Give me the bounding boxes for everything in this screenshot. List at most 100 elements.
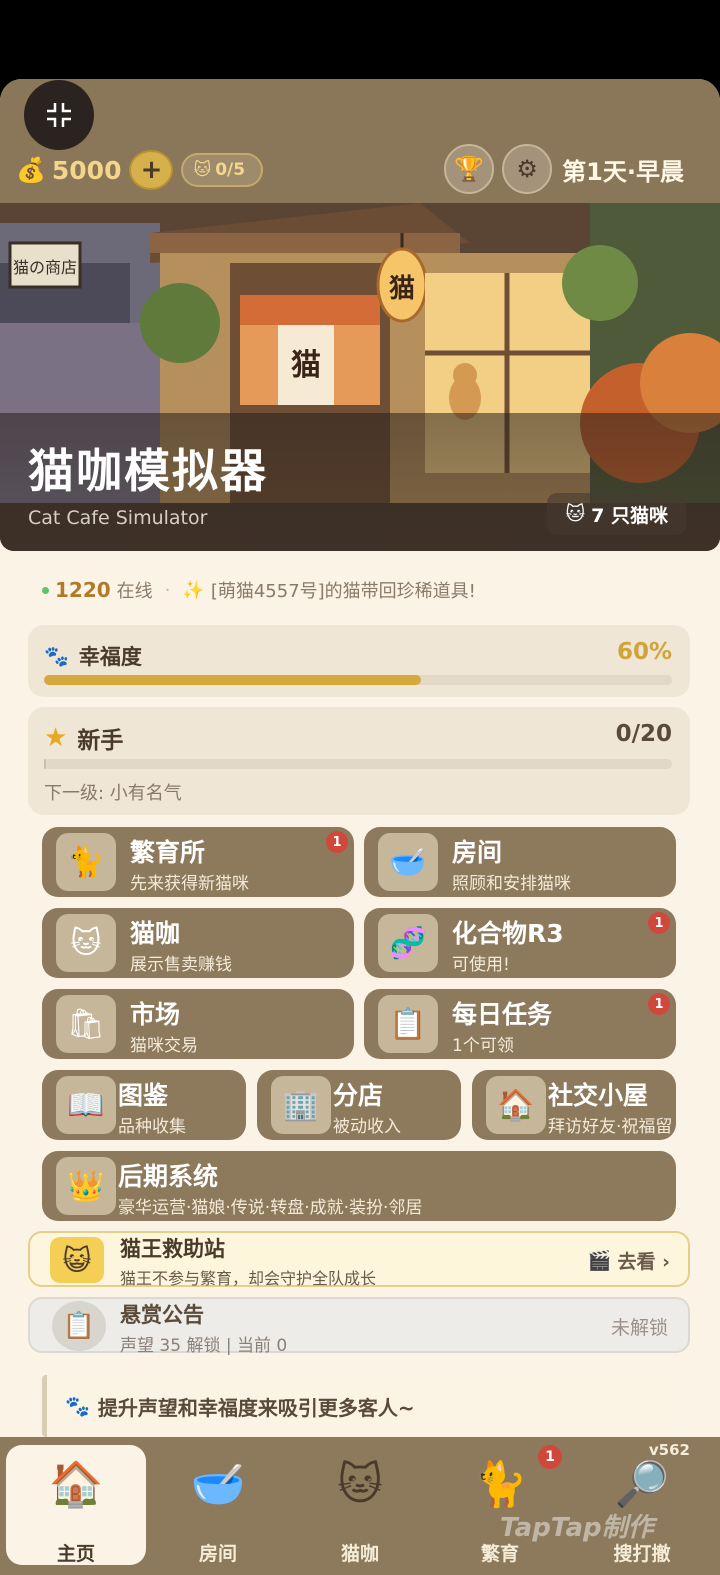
online-count: 1220 bbox=[55, 578, 111, 602]
nav-home[interactable]: 🏠 主页 bbox=[6, 1445, 146, 1565]
add-coins-button[interactable]: + bbox=[129, 150, 174, 190]
tile-daily-tasks[interactable]: 📋 每日任务 1个可领 1 bbox=[364, 989, 676, 1059]
level-bar bbox=[44, 759, 672, 769]
tile-catalog[interactable]: 📖 图鉴 品种收集 bbox=[42, 1070, 246, 1140]
tile-title: 市场 bbox=[130, 1000, 181, 1029]
tile-subtitle: 照顾和安排猫咪 bbox=[452, 874, 571, 894]
tile-cafe[interactable]: 🐱 猫咖 展示售卖赚钱 bbox=[42, 908, 354, 978]
top-bar: 💰 5000 + 🐱 0/5 🏆 ⚙ 第1天·早晨 bbox=[0, 79, 720, 203]
level-label-row: ★ 新手 bbox=[44, 721, 123, 755]
crown-icon: 👑 bbox=[56, 1157, 116, 1215]
tile-compound[interactable]: 🧬 化合物R3 可使用! 1 bbox=[364, 908, 676, 978]
next-level-text: 下一级: 小有名气 bbox=[44, 783, 182, 804]
trophy-button[interactable]: 🏆 bbox=[444, 144, 495, 194]
level-title: 新手 bbox=[77, 728, 124, 754]
cat-capacity-value: 0/5 bbox=[215, 160, 246, 180]
tile-subtitle: 被动收入 bbox=[333, 1117, 401, 1137]
bounty-title: 悬赏公告 bbox=[120, 1303, 204, 1327]
tile-late-systems[interactable]: 👑 后期系统 豪华运营·猫娘·传说·转盘·成就·装扮·邻居 bbox=[42, 1151, 676, 1221]
tile-subtitle: 拜访好友·祝福留言 bbox=[548, 1117, 672, 1137]
happiness-label: 幸福度 bbox=[78, 645, 142, 669]
clapper-icon: 🎬 bbox=[587, 1250, 612, 1272]
tile-title: 猫咖 bbox=[130, 919, 181, 948]
bowl-icon: 🥣 bbox=[190, 1459, 246, 1510]
nav-room[interactable]: 🥣 房间 bbox=[148, 1445, 288, 1565]
cat-king-subtitle: 猫王不参与繁育，却会守护全队成长 bbox=[120, 1269, 377, 1288]
gear-icon: ⚙ bbox=[516, 155, 538, 183]
tile-title: 社交小屋 bbox=[548, 1081, 649, 1110]
tile-subtitle: 先来获得新猫咪 bbox=[130, 874, 249, 894]
collapse-icon bbox=[47, 103, 71, 127]
trophy-icon: 🏆 bbox=[454, 155, 485, 183]
notification-badge: 1 bbox=[326, 831, 348, 853]
cat-king-station[interactable]: 😺 猫王救助站 猫王不参与繁育，却会守护全队成长 🎬 去看 › bbox=[28, 1231, 690, 1288]
nav-search-raid[interactable]: 🔎 搜打撤 bbox=[572, 1445, 712, 1565]
tile-social[interactable]: 🏠 社交小屋 拜访好友·祝福留言 bbox=[472, 1070, 676, 1140]
day-label: 第1天·早晨 bbox=[562, 157, 684, 186]
tile-branch[interactable]: 🏢 分店 被动收入 bbox=[257, 1070, 461, 1140]
tile-title: 分店 bbox=[333, 1081, 384, 1110]
notification-badge: 1 bbox=[648, 993, 670, 1015]
notification-badge: 1 bbox=[648, 912, 670, 934]
nav-cafe[interactable]: 🐱 猫咖 bbox=[290, 1445, 430, 1566]
house-icon: 🏠 bbox=[486, 1076, 546, 1134]
cat-king-go-button[interactable]: 🎬 去看 › bbox=[588, 1247, 670, 1274]
bowl-icon: 🥣 bbox=[378, 833, 438, 891]
sparkle-icon: ✨ bbox=[182, 579, 205, 601]
ticker-message: [萌猫4557号]的猫带回珍稀道具! bbox=[210, 581, 476, 602]
cat-king-go-label: 去看 › bbox=[617, 1251, 670, 1273]
paw-icon: 🐾 bbox=[44, 644, 69, 668]
level-card: ★ 新手 0/20 下一级: 小有名气 bbox=[28, 707, 690, 815]
collapse-button[interactable] bbox=[24, 80, 94, 150]
tile-title: 后期系统 bbox=[118, 1162, 219, 1191]
bottom-nav: 🏠 主页 🥣 房间 🐱 猫咖 🐈 繁育 1 🔎 搜打撤 v562 TapTap制… bbox=[0, 1437, 720, 1575]
paw-icon: 🐾 bbox=[65, 1394, 90, 1418]
tile-title: 房间 bbox=[452, 838, 503, 867]
tile-breeding[interactable]: 🐈 繁育所 先来获得新猫咪 1 bbox=[42, 827, 354, 897]
bounty-board[interactable]: 📋 悬赏公告 声望 35 解锁 | 当前 0 未解锁 bbox=[28, 1297, 690, 1356]
tile-title: 化合物R3 bbox=[452, 919, 564, 948]
tile-title: 图鉴 bbox=[118, 1081, 169, 1110]
tile-subtitle: 1个可领 bbox=[452, 1036, 514, 1056]
tile-market[interactable]: 🛍 市场 猫咪交易 bbox=[42, 989, 354, 1059]
clipboard-icon: 📋 bbox=[52, 1301, 106, 1351]
level-bar-fill bbox=[44, 759, 46, 769]
nav-label: 猫咖 bbox=[340, 1543, 379, 1565]
top-right-controls: 🏆 ⚙ 第1天·早晨 bbox=[436, 143, 684, 195]
watermark: TapTap制作 bbox=[500, 1513, 654, 1543]
tip-banner: 🐾 提升声望和幸福度来吸引更多客人~ bbox=[42, 1375, 676, 1437]
happiness-bar-fill bbox=[44, 675, 421, 685]
online-label: 在线 bbox=[116, 581, 153, 602]
cat-king-avatar: 😺 bbox=[50, 1237, 104, 1283]
app-screen: 💰 5000 + 🐱 0/5 🏆 ⚙ 第1天·早晨 猫の商店 猫 猫 猫咖模拟器… bbox=[0, 79, 720, 1575]
tile-title: 每日任务 bbox=[452, 1000, 553, 1029]
tile-subtitle: 可使用! bbox=[452, 955, 510, 975]
dna-icon: 🧬 bbox=[378, 914, 438, 972]
game-title: 猫咖模拟器 bbox=[28, 444, 268, 498]
coin-amount: 5000 bbox=[51, 155, 122, 185]
tile-subtitle: 品种收集 bbox=[118, 1117, 186, 1137]
tile-subtitle: 展示售卖赚钱 bbox=[130, 955, 232, 975]
cat-face-icon: 🐱 bbox=[565, 503, 586, 525]
happiness-card: 🐾 幸福度 60% bbox=[28, 625, 690, 697]
building-icon: 🏢 bbox=[271, 1076, 331, 1134]
bag-icon: 🛍 bbox=[56, 995, 116, 1053]
nav-label: 房间 bbox=[198, 1543, 237, 1565]
separator-dot: · bbox=[164, 579, 171, 601]
tile-subtitle: 豪华运营·猫娘·传说·转盘·成就·装扮·邻居 bbox=[118, 1198, 423, 1218]
game-subtitle: Cat Cafe Simulator bbox=[28, 507, 208, 529]
tile-room[interactable]: 🥣 房间 照顾和安排猫咪 bbox=[364, 827, 676, 897]
tip-text: 提升声望和幸福度来吸引更多客人~ bbox=[97, 1395, 415, 1420]
bounty-subtitle: 声望 35 解锁 | 当前 0 bbox=[120, 1336, 288, 1356]
tile-title: 繁育所 bbox=[130, 838, 206, 867]
cat-capacity-badge[interactable]: 🐱 0/5 bbox=[181, 153, 264, 187]
book-icon: 📖 bbox=[56, 1076, 116, 1134]
currency-row: 💰 5000 + 🐱 0/5 bbox=[16, 149, 264, 191]
settings-button[interactable]: ⚙ bbox=[502, 144, 553, 194]
noren-char: 猫 bbox=[291, 348, 321, 383]
lantern-char: 猫 bbox=[389, 274, 415, 304]
nav-breeding[interactable]: 🐈 繁育 1 bbox=[430, 1445, 570, 1565]
bounty-status: 未解锁 bbox=[610, 1317, 668, 1339]
map-search-icon: 🔎 bbox=[614, 1459, 670, 1510]
cats-icon: 🐈 bbox=[56, 833, 116, 891]
